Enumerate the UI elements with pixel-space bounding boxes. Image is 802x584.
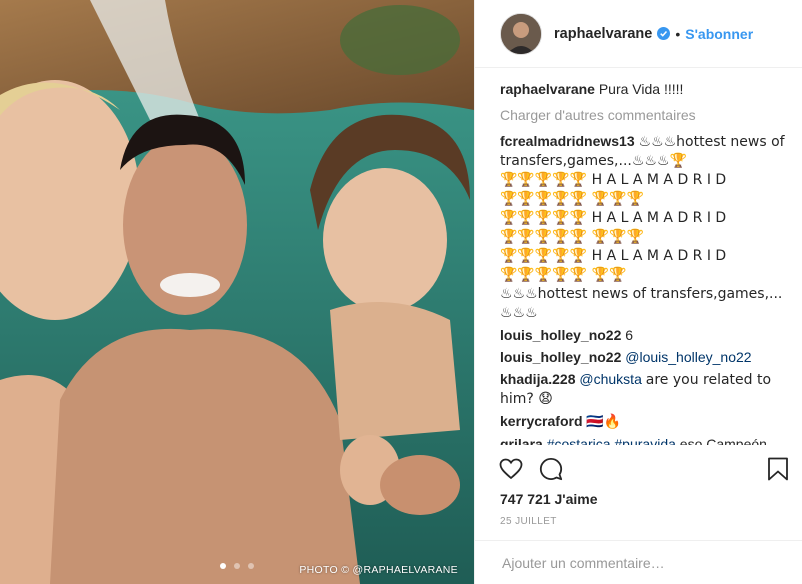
- comment-text-line: 🏆🏆🏆🏆🏆 H A L A M A D R I D: [500, 172, 727, 188]
- photo-image: [0, 0, 474, 584]
- avatar[interactable]: [500, 12, 542, 55]
- comment-username[interactable]: grilara: [500, 436, 543, 445]
- carousel-dot-1: [219, 563, 226, 569]
- bookmark-icon[interactable]: [767, 457, 789, 481]
- comment-username[interactable]: kerrycraford: [500, 413, 583, 429]
- comment-text-line: 🏆🏆🏆🏆🏆 🏆🏆🏆: [500, 229, 644, 245]
- post-date[interactable]: 25 JUILLET: [500, 516, 557, 527]
- comment-username[interactable]: khadija.228: [500, 371, 576, 387]
- comment-text-line: ♨♨♨: [500, 305, 538, 321]
- comment-text-line: 🏆🏆🏆🏆🏆 H A L A M A D R I D: [500, 248, 727, 264]
- comment-text-line: 🏆🏆🏆🏆🏆 🏆🏆🏆: [500, 191, 644, 207]
- follow-button[interactable]: S'abonner: [685, 26, 753, 42]
- header-separator: •: [675, 25, 681, 42]
- likes-count[interactable]: 747 721 J'aime: [500, 491, 598, 507]
- comment-item: fcrealmadridnews13 ♨♨♨hottest news of tr…: [500, 132, 792, 322]
- post-sidebar: raphaelvarane • S'abonner raphaelvarane …: [474, 0, 802, 584]
- comment-text-line: ♨♨♨hottest news of transfers,games,...: [500, 286, 783, 302]
- heart-icon[interactable]: [499, 457, 523, 481]
- verified-badge-icon: [657, 27, 671, 40]
- post-photo[interactable]: PHOTO © @RAPHAELVARANE: [0, 0, 474, 584]
- comment-text: 🇨🇷🔥: [586, 414, 622, 430]
- comment-mention[interactable]: @louis_holley_no22: [625, 349, 751, 365]
- load-more-comments-button[interactable]: Charger d'autres commentaires: [500, 106, 792, 124]
- comment-username[interactable]: louis_holley_no22: [500, 349, 621, 365]
- comment-item: louis_holley_no22 6: [500, 326, 792, 344]
- caption-username[interactable]: raphaelvarane: [500, 81, 595, 97]
- comment-text-line: 🏆🏆🏆🏆🏆 🏆🏆: [500, 267, 627, 283]
- comment-item: kerrycraford 🇨🇷🔥: [500, 412, 792, 431]
- add-comment-bar: [475, 540, 802, 584]
- comment-hashtags[interactable]: #costarica #puravida: [547, 436, 676, 445]
- comment-icon[interactable]: [539, 457, 563, 481]
- post-actions: [499, 455, 791, 485]
- add-comment-input[interactable]: [500, 553, 784, 572]
- post-header: raphaelvarane • S'abonner: [475, 0, 802, 68]
- caption: raphaelvarane Pura Vida !!!!!: [500, 80, 792, 98]
- comment-item: khadija.228 @chuksta are you related to …: [500, 370, 792, 408]
- comment-text: 6: [625, 327, 634, 343]
- comment-text-line: 🏆🏆🏆🏆🏆 H A L A M A D R I D: [500, 210, 727, 226]
- carousel-indicator: [0, 556, 474, 574]
- caption-text: Pura Vida !!!!!: [598, 81, 684, 97]
- comment-text: eso Campeón: [679, 436, 767, 445]
- comments-list[interactable]: raphaelvarane Pura Vida !!!!! Charger d'…: [500, 80, 792, 445]
- comment-mention[interactable]: @chuksta: [579, 371, 641, 387]
- comment-username[interactable]: louis_holley_no22: [500, 327, 621, 343]
- avatar-image: [501, 13, 541, 54]
- comment-item: louis_holley_no22 @louis_holley_no22: [500, 348, 792, 366]
- carousel-dot-3: [248, 563, 255, 569]
- comment-item: grilara #costarica #puravida eso Campeón: [500, 435, 792, 445]
- header-username[interactable]: raphaelvarane: [554, 26, 652, 42]
- carousel-dot-2: [234, 563, 240, 569]
- comment-username[interactable]: fcrealmadridnews13: [500, 133, 635, 149]
